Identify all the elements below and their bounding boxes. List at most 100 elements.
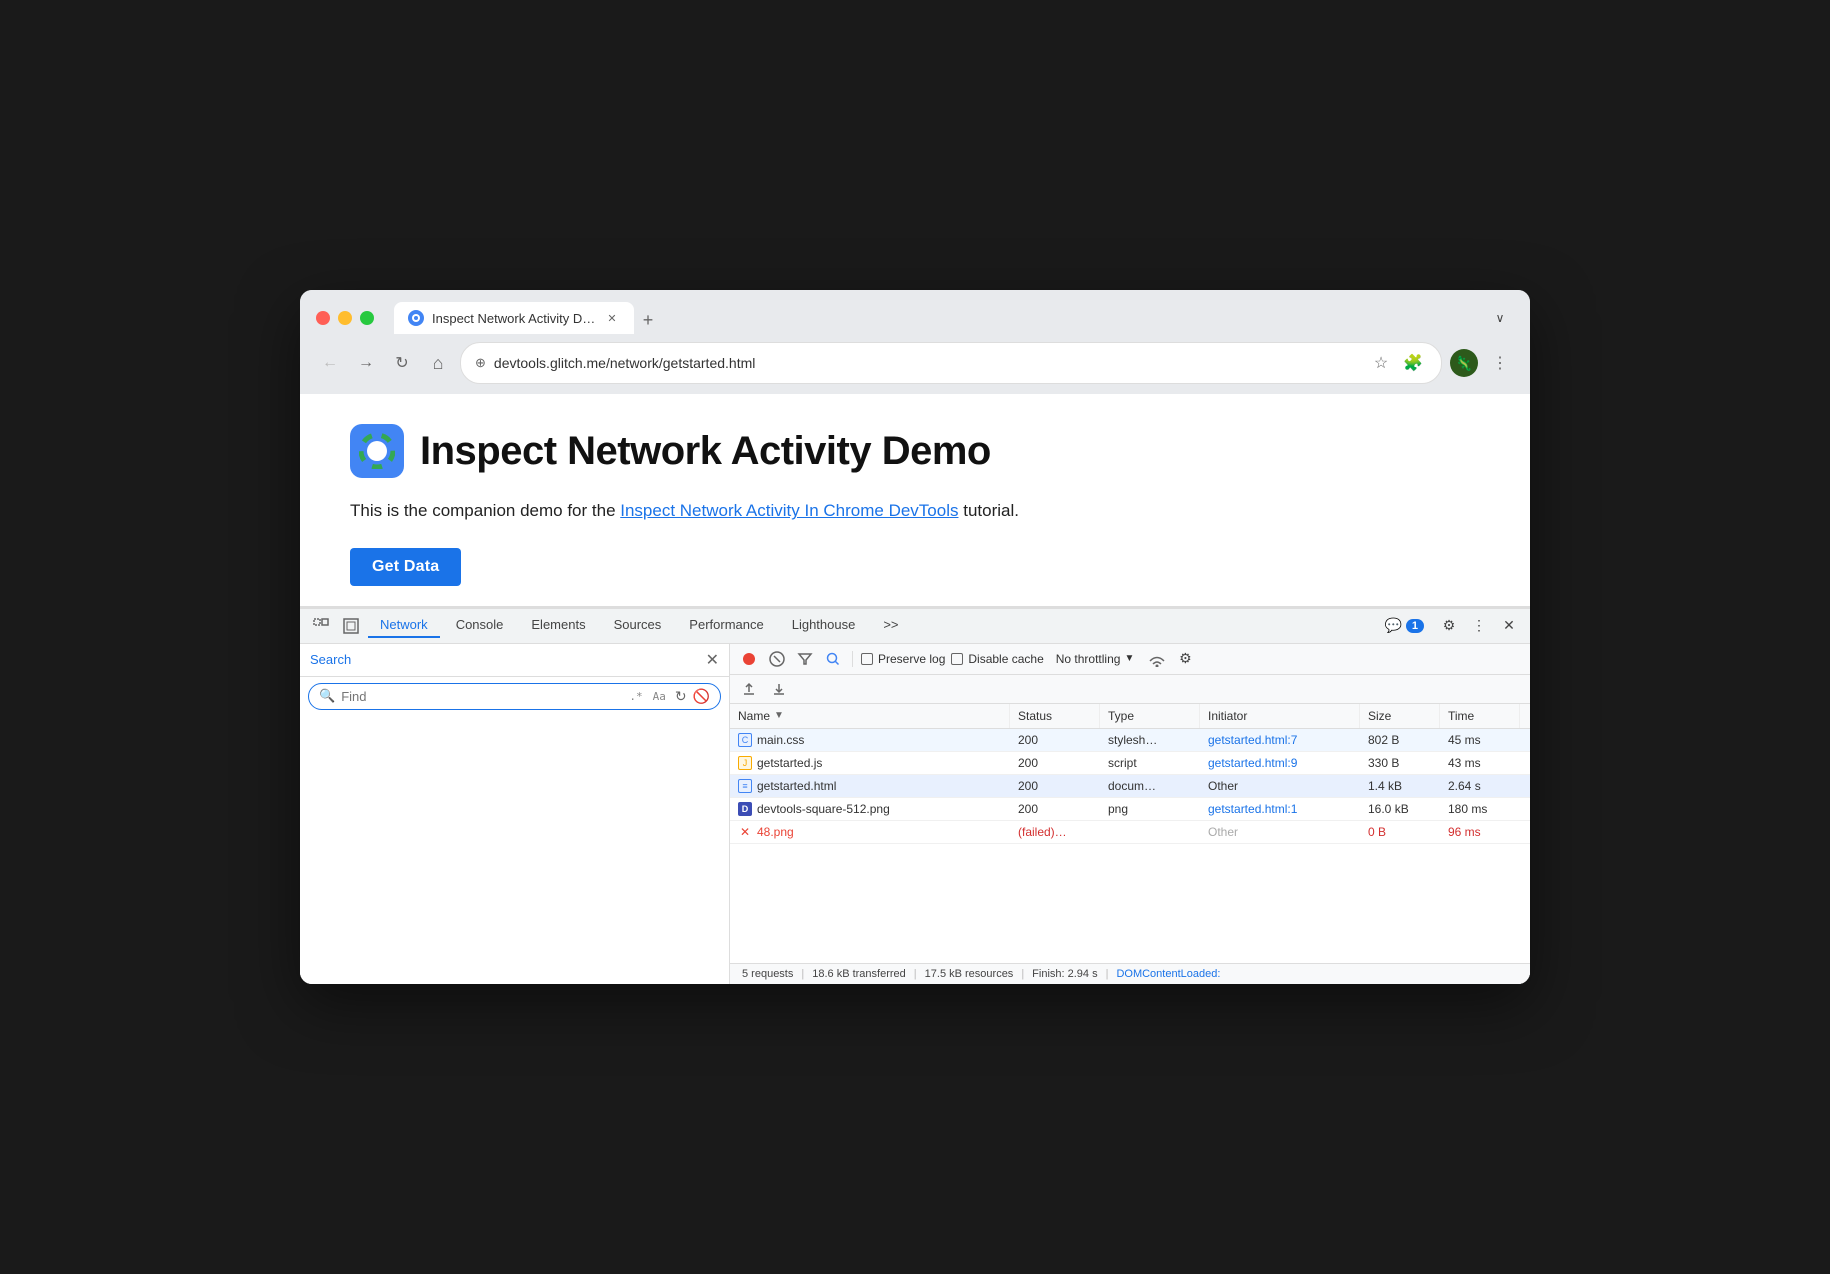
network-panel: Preserve log Disable cache No throttling…	[730, 644, 1530, 984]
dom-loaded-label: DOMContentLoaded:	[1116, 968, 1220, 980]
tab-elements[interactable]: Elements	[519, 613, 597, 638]
cell-status: 200	[1010, 752, 1100, 774]
throttle-arrow: ▼	[1124, 653, 1134, 664]
table-row[interactable]: ✕ 48.png (failed)… Other 0 B 96 ms	[730, 821, 1530, 844]
get-data-button[interactable]: Get Data	[350, 548, 461, 586]
search-cancel-button[interactable]: 🚫	[693, 688, 710, 705]
bookmark-button[interactable]: ☆	[1367, 349, 1395, 377]
search-input[interactable]	[341, 689, 620, 704]
html-icon: ≡	[738, 779, 752, 793]
disable-cache-checkbox[interactable]: Disable cache	[951, 652, 1043, 666]
online-status-button[interactable]	[1146, 648, 1168, 670]
refresh-button[interactable]: ↻	[388, 349, 416, 377]
filter-button[interactable]	[794, 648, 816, 670]
cell-time: 96 ms	[1440, 821, 1520, 843]
forward-button[interactable]: →	[352, 349, 380, 377]
col-type[interactable]: Type	[1100, 704, 1200, 728]
col-size[interactable]: Size	[1360, 704, 1440, 728]
search-input-box: 🔍 .* Aa ↻ 🚫	[308, 683, 721, 710]
table-row[interactable]: C main.css 200 stylesh… getstarted.html:…	[730, 729, 1530, 752]
cell-name: C main.css	[730, 729, 1010, 751]
regex-option[interactable]: .*	[626, 689, 645, 704]
png-icon: D	[738, 802, 752, 816]
js-icon: J	[738, 756, 752, 770]
tab-close-button[interactable]: ✕	[604, 310, 620, 326]
browser-window: Inspect Network Activity Dem ✕ + ∨ ← → ↻…	[300, 290, 1530, 984]
table-row[interactable]: J getstarted.js 200 script getstarted.ht…	[730, 752, 1530, 775]
search-close-button[interactable]: ✕	[706, 650, 719, 670]
console-badge-area: 💬 1	[1384, 617, 1424, 634]
col-status[interactable]: Status	[1010, 704, 1100, 728]
cell-initiator[interactable]: getstarted.html:1	[1200, 798, 1360, 820]
tab-network[interactable]: Network	[368, 613, 440, 638]
col-time[interactable]: Time	[1440, 704, 1520, 728]
address-bar[interactable]: ⊕ devtools.glitch.me/network/getstarted.…	[460, 342, 1442, 384]
cell-type	[1100, 821, 1200, 843]
tab-title: Inspect Network Activity Dem	[432, 311, 596, 326]
tab-console[interactable]: Console	[444, 613, 516, 638]
active-tab[interactable]: Inspect Network Activity Dem ✕	[394, 302, 634, 334]
chrome-menu-button[interactable]: ⋮	[1486, 349, 1514, 377]
tab-favicon	[408, 310, 424, 326]
devtools-panel: Network Console Elements Sources Perform…	[300, 607, 1530, 984]
cell-time: 43 ms	[1440, 752, 1520, 774]
col-name[interactable]: Name ▼	[730, 704, 1010, 728]
browser-content: Inspect Network Activity Demo This is th…	[300, 394, 1530, 984]
devtools-close-button[interactable]: ✕	[1496, 613, 1522, 639]
address-security-icon: ⊕	[475, 355, 486, 371]
col-initiator[interactable]: Initiator	[1200, 704, 1360, 728]
tab-more[interactable]: >>	[871, 613, 910, 638]
clear-button[interactable]	[766, 648, 788, 670]
close-traffic-light[interactable]	[316, 311, 330, 325]
toolbar-divider	[852, 651, 853, 667]
extensions-button[interactable]: 🧩	[1399, 349, 1427, 377]
table-row[interactable]: ≡ getstarted.html 200 docum… Other 1.4 k…	[730, 775, 1530, 798]
devtools-select-icon[interactable]	[308, 613, 334, 639]
tutorial-link[interactable]: Inspect Network Activity In Chrome DevTo…	[620, 501, 958, 520]
upload-button[interactable]	[738, 678, 760, 700]
download-button[interactable]	[768, 678, 790, 700]
table-row[interactable]: D devtools-square-512.png 200 png getsta…	[730, 798, 1530, 821]
page-title: Inspect Network Activity Demo	[420, 429, 991, 474]
cell-type: script	[1100, 752, 1200, 774]
page-title-row: Inspect Network Activity Demo	[350, 424, 1480, 478]
devtools-settings-button[interactable]: ⚙	[1436, 613, 1462, 639]
maximize-traffic-light[interactable]	[360, 311, 374, 325]
tab-lighthouse[interactable]: Lighthouse	[780, 613, 868, 638]
network-settings-button[interactable]: ⚙	[1174, 648, 1196, 670]
cell-status: (failed)…	[1010, 821, 1100, 843]
throttle-select[interactable]: No throttling ▼	[1050, 650, 1141, 668]
home-button[interactable]: ⌂	[424, 349, 452, 377]
tabs-area: Inspect Network Activity Dem ✕ +	[394, 302, 1474, 334]
preserve-log-checkbox[interactable]: Preserve log	[861, 652, 945, 666]
search-refresh-button[interactable]: ↻	[675, 688, 687, 705]
devtools-inspect-icon[interactable]	[338, 613, 364, 639]
tab-performance[interactable]: Performance	[677, 613, 775, 638]
minimize-traffic-light[interactable]	[338, 311, 352, 325]
requests-count: 5 requests	[742, 968, 793, 980]
upload-download-toolbar	[730, 675, 1530, 704]
case-sensitive-option[interactable]: Aa	[650, 689, 669, 704]
search-panel: Search ✕ 🔍 .* Aa ↻ 🚫	[300, 644, 730, 984]
back-button[interactable]: ←	[316, 349, 344, 377]
tab-sources[interactable]: Sources	[602, 613, 674, 638]
search-network-button[interactable]	[822, 648, 844, 670]
cell-initiator[interactable]: getstarted.html:9	[1200, 752, 1360, 774]
css-icon: C	[738, 733, 752, 747]
search-icon: 🔍	[319, 688, 335, 704]
network-toolbar: Preserve log Disable cache No throttling…	[730, 644, 1530, 675]
new-tab-button[interactable]: +	[634, 306, 662, 334]
cell-initiator[interactable]: getstarted.html:7	[1200, 729, 1360, 751]
record-stop-button[interactable]	[738, 648, 760, 670]
traffic-lights	[316, 311, 374, 325]
search-label: Search	[310, 652, 351, 667]
address-bar-row: ← → ↻ ⌂ ⊕ devtools.glitch.me/network/get…	[300, 334, 1530, 394]
url-display: devtools.glitch.me/network/getstarted.ht…	[494, 355, 1359, 371]
cell-size: 16.0 kB	[1360, 798, 1440, 820]
devtools-more-button[interactable]: ⋮	[1466, 613, 1492, 639]
resources-size: 17.5 kB resources	[925, 968, 1014, 980]
chrome-logo	[350, 424, 404, 478]
profile-avatar[interactable]: 🦎	[1450, 349, 1478, 377]
tab-overflow-button[interactable]: ∨	[1486, 304, 1514, 332]
address-actions: ☆ 🧩	[1367, 349, 1427, 377]
